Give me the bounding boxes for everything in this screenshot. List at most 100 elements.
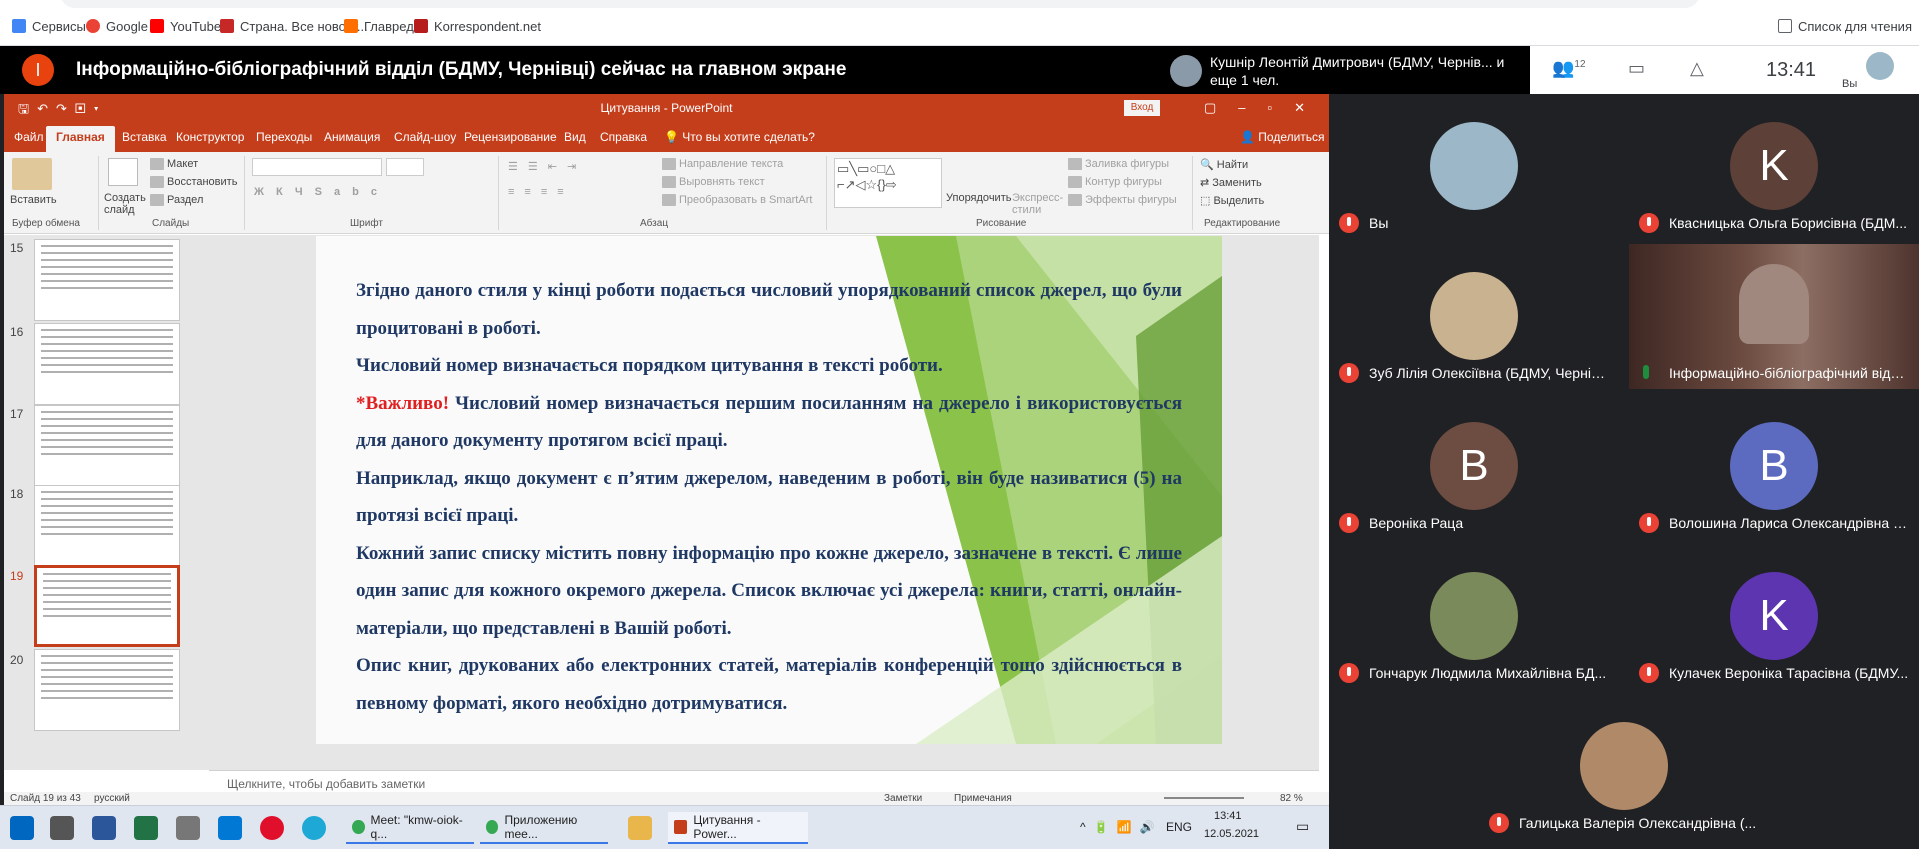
tab-animation[interactable]: Анимация — [324, 130, 380, 144]
bookmark-google[interactable]: Google — [86, 17, 148, 35]
participant-tile[interactable]: Зуб Лілія Олексіївна (БДМУ, Чернів... — [1329, 244, 1619, 389]
bookmark-apps[interactable]: Сервисы — [12, 17, 86, 35]
participant-avatar: K — [1730, 572, 1818, 660]
youtube-icon — [150, 19, 164, 33]
participant-tile[interactable]: K Кулачек Вероніка Тарасівна (БДМУ... — [1629, 544, 1919, 689]
taskbar-chrome-meet[interactable]: Meet: "kmw-oiok-q... — [346, 812, 474, 844]
start-icon[interactable] — [10, 816, 34, 840]
tab-review[interactable]: Рецензирование — [464, 130, 557, 144]
taskbar-powerpoint[interactable]: Цитування - Power... — [668, 812, 808, 844]
slide-thumb-17[interactable] — [34, 405, 180, 487]
align-text-button[interactable]: Выровнять текст — [662, 176, 765, 189]
reading-list-button[interactable]: Список для чтения — [1778, 17, 1912, 35]
activities-button[interactable]: △ — [1690, 58, 1704, 79]
participant-tile-video[interactable]: Інформаційно-бібліографічний відд... — [1629, 244, 1919, 389]
tab-slideshow[interactable]: Слайд-шоу — [394, 130, 456, 144]
window-controls[interactable]: ▢–▫✕ — [1204, 100, 1327, 116]
self-avatar[interactable] — [1866, 52, 1894, 80]
mic-off-icon — [1639, 513, 1659, 533]
bookmark-korrespondent[interactable]: Korrespondent.net — [414, 17, 541, 35]
tray-date[interactable]: 12.05.2021 — [1204, 828, 1259, 840]
shape-outline-button[interactable]: Контур фигуры — [1068, 176, 1162, 189]
participant-photo — [1430, 572, 1518, 660]
tab-file[interactable]: Файл — [14, 130, 44, 144]
mic-off-icon — [1639, 213, 1659, 233]
text-direction-button[interactable]: Направление текста — [662, 158, 783, 171]
participant-name: Вероніка Раца — [1369, 515, 1464, 531]
bookmark-glavred[interactable]: Главред — [344, 17, 414, 35]
powerpoint-window: 🖫↶↷▣▾ Цитування - PowerPoint Вход ▢–▫✕ Ф… — [4, 94, 1329, 805]
signin-button[interactable]: Вход — [1124, 100, 1160, 116]
chat-button[interactable]: ▭ — [1628, 58, 1645, 79]
find-button[interactable]: 🔍 Найти — [1200, 158, 1248, 171]
align-buttons[interactable]: ≡≡≡≡ — [508, 186, 574, 198]
smartart-button[interactable]: Преобразовать в SmartArt — [662, 194, 812, 207]
tell-me-box[interactable]: 💡 Что вы хотите сделать? — [664, 130, 815, 144]
taskbar-chrome-app[interactable]: Приложению mee... — [480, 812, 608, 844]
mail-icon[interactable] — [218, 816, 242, 840]
explorer-icon[interactable] — [628, 816, 652, 840]
quick-styles-button[interactable]: Экспресс-стили — [1012, 192, 1063, 216]
edge-icon[interactable] — [302, 816, 326, 840]
tab-design[interactable]: Конструктор — [176, 130, 244, 144]
section-button[interactable]: Раздел — [150, 194, 203, 207]
tab-help[interactable]: Справка — [600, 130, 647, 144]
slide-thumb-20[interactable] — [34, 649, 180, 731]
tab-transitions[interactable]: Переходы — [256, 130, 312, 144]
shape-effects-button[interactable]: Эффекты фигуры — [1068, 194, 1177, 207]
opera-icon[interactable] — [260, 816, 284, 840]
bookmark-youtube[interactable]: YouTube — [150, 17, 221, 35]
slide-thumb-15[interactable] — [34, 239, 180, 321]
word-icon[interactable] — [92, 816, 116, 840]
tab-view[interactable]: Вид — [564, 130, 586, 144]
comments-toggle[interactable]: Примечания — [954, 793, 1012, 804]
excel-icon[interactable] — [134, 816, 158, 840]
font-size-box[interactable] — [386, 158, 424, 176]
thumb-number: 19 — [10, 569, 24, 583]
participant-tile[interactable]: Гончарук Людмила Михайлівна БД... — [1329, 544, 1619, 689]
layout-button[interactable]: Макет — [150, 158, 198, 171]
shape-fill-button[interactable]: Заливка фигуры — [1068, 158, 1169, 171]
shapes-gallery[interactable]: ▭╲▭○□△ ⌐↗◁☆{}⇨ — [834, 158, 942, 208]
arrange-button[interactable]: Упорядочить — [946, 192, 1011, 204]
tray-icons[interactable]: ^🔋📶🔊 — [1080, 820, 1162, 834]
participant-tile[interactable]: K Квасницька Ольга Борисівна (БДМ... — [1629, 94, 1919, 239]
tray-time[interactable]: 13:41 — [1214, 810, 1242, 822]
participant-tile[interactable]: B Вероніка Раца — [1329, 394, 1619, 539]
presenter-avatar: І — [22, 54, 54, 86]
participant-tile[interactable]: Галицька Валерія Олександрівна (... — [1479, 694, 1769, 839]
select-button[interactable]: ⬚ Выделить — [1200, 194, 1264, 207]
language-indicator[interactable]: русский — [94, 793, 130, 804]
replace-button[interactable]: ⇄ Заменить — [1200, 176, 1262, 189]
tab-insert[interactable]: Вставка — [122, 130, 167, 144]
participant-tile[interactable]: Вы — [1329, 94, 1619, 239]
slide-thumb-18[interactable] — [34, 485, 180, 567]
zoom-slider[interactable] — [1164, 797, 1244, 799]
participant-tile[interactable]: B Волошина Лариса Олександрівна (... — [1629, 394, 1919, 539]
zoom-level[interactable]: 82 % — [1280, 793, 1303, 804]
calendar-icon[interactable] — [176, 816, 200, 840]
input-language[interactable]: ENG — [1166, 820, 1192, 834]
font-format-buttons[interactable]: ЖКЧSabc — [254, 186, 389, 198]
participant-avatar: B — [1430, 422, 1518, 510]
font-name-box[interactable] — [252, 158, 382, 176]
slide-thumb-19[interactable] — [34, 565, 180, 647]
address-bar[interactable] — [60, 0, 1700, 8]
notes-pane[interactable]: Щелкните, чтобы добавить заметки — [209, 770, 1319, 792]
notes-toggle[interactable]: Заметки — [884, 793, 922, 804]
powerpoint-icon — [674, 820, 688, 834]
notifications-icon[interactable]: ▭ — [1296, 818, 1309, 835]
paste-button[interactable]: Вставить — [10, 194, 57, 206]
new-slide-button[interactable]: Создать слайд — [104, 192, 146, 216]
tab-home[interactable]: Главная — [46, 126, 115, 152]
people-button[interactable]: 👥12 — [1552, 58, 1586, 79]
search-icon: 🔍 — [1200, 159, 1217, 171]
share-button[interactable]: 👤 Поделиться — [1240, 130, 1325, 144]
reset-button[interactable]: Восстановить — [150, 176, 237, 189]
presenter-info: Кушнір Леонтій Дмитрович (БДМУ, Чернів..… — [1170, 51, 1530, 91]
slide-body-text[interactable]: Згідно даного стиля у кінці роботи подає… — [356, 272, 1182, 722]
slide-thumb-16[interactable] — [34, 323, 180, 405]
taskview-icon[interactable] — [50, 816, 74, 840]
current-slide[interactable]: Згідно даного стиля у кінці роботи подає… — [316, 236, 1222, 744]
list-buttons[interactable]: ☰☰⇤⇥ — [508, 160, 586, 173]
